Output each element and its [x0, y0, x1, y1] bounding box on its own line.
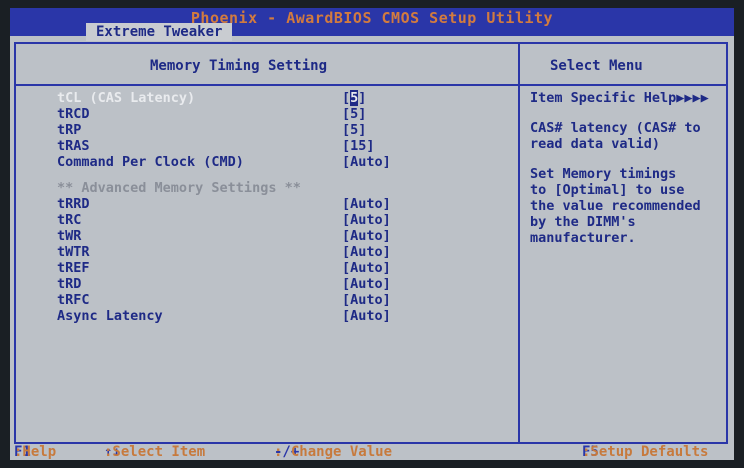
setting-row-trfc[interactable]: tRFC [Auto] [57, 292, 517, 308]
setting-value[interactable]: [15] [342, 138, 375, 154]
setting-label: tREF [57, 260, 90, 276]
setting-value[interactable]: [Auto] [342, 308, 391, 324]
help-text-line: read data valid) [530, 136, 661, 152]
help-text-line: CAS# latency (CAS# to [530, 120, 701, 136]
setting-label: tRD [57, 276, 82, 292]
setting-row-tcl[interactable]: tCL (CAS Latency) [5] [57, 90, 517, 106]
help-text-line: by the DIMM's [530, 214, 636, 230]
setting-label: tRCD [57, 106, 90, 122]
setting-value[interactable]: [5] [342, 122, 366, 138]
setting-row-trcd[interactable]: tRCD [5] [57, 106, 517, 122]
header-divider [14, 84, 728, 86]
setting-label: tRP [57, 122, 82, 138]
setting-label: tWTR [57, 244, 90, 260]
help-panel-title: Select Menu [550, 58, 643, 74]
setting-label: Command Per Clock (CMD) [57, 154, 244, 170]
page-title: Memory Timing Setting [150, 58, 328, 74]
setting-label: tRC [57, 212, 82, 228]
help-text-line: Set Memory timings [530, 166, 677, 182]
setting-row-tras[interactable]: tRAS [15] [57, 138, 517, 154]
setting-row-cmd[interactable]: Command Per Clock (CMD) [Auto] [57, 154, 517, 170]
setting-label: tWR [57, 228, 82, 244]
help-text-line: the value recommended [530, 198, 701, 214]
setting-row-tref[interactable]: tREF [Auto] [57, 260, 517, 276]
setting-row-async-latency[interactable]: Async Latency [Auto] [57, 308, 517, 324]
key-legend: F1:Help ↑↓:Select Item -/+: Change Value… [14, 444, 709, 460]
setting-value[interactable]: [Auto] [342, 196, 391, 212]
help-text-line: to [Optimal] to use [530, 182, 685, 198]
advanced-section-header: ** Advanced Memory Settings ** [57, 180, 301, 196]
setting-value[interactable]: [Auto] [342, 212, 391, 228]
setting-value[interactable]: [5] [342, 106, 366, 122]
setting-label: tCL (CAS Latency) [57, 90, 196, 106]
help-heading: Item Specific Help▶▶▶▶ [530, 90, 709, 106]
setting-row-twr[interactable]: tWR [Auto] [57, 228, 517, 244]
tab-extreme-tweaker[interactable]: Extreme Tweaker [86, 23, 233, 41]
setting-row-trp[interactable]: tRP [5] [57, 122, 517, 138]
setting-label: tRAS [57, 138, 90, 154]
setting-value[interactable]: [5] [342, 90, 366, 106]
setting-value[interactable]: [Auto] [342, 276, 391, 292]
setting-label: tRFC [57, 292, 90, 308]
setting-row-trd[interactable]: tRD [Auto] [57, 276, 517, 292]
setting-label: tRRD [57, 196, 90, 212]
setting-row-trc[interactable]: tRC [Auto] [57, 212, 517, 228]
setting-value[interactable]: [Auto] [342, 292, 391, 308]
bios-screen: Phoenix - AwardBIOS CMOS Setup Utility E… [10, 8, 734, 460]
help-text-line: manufacturer. [530, 230, 636, 246]
setting-row-trrd[interactable]: tRRD [Auto] [57, 196, 517, 212]
panel-divider [518, 42, 520, 444]
setting-row-twtr[interactable]: tWTR [Auto] [57, 244, 517, 260]
setting-value[interactable]: [Auto] [342, 260, 391, 276]
setting-value[interactable]: [Auto] [342, 244, 391, 260]
setting-value[interactable]: [Auto] [342, 228, 391, 244]
setting-label: Async Latency [57, 308, 163, 324]
setting-value[interactable]: [Auto] [342, 154, 391, 170]
